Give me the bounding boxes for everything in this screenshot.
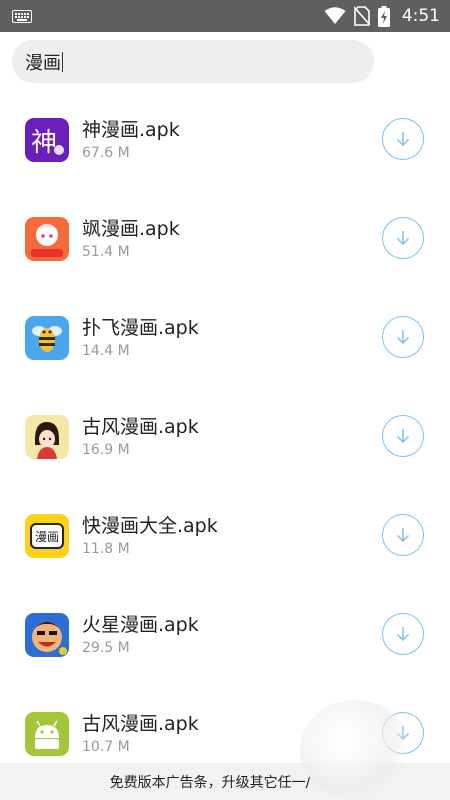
sa-manhua-app-icon <box>25 217 69 261</box>
shen-manhua-app-icon: 神 <box>25 118 69 162</box>
status-bar: 4:51 <box>0 0 450 32</box>
file-name: 飒漫画.apk <box>82 218 180 240</box>
download-arrow-icon <box>396 231 410 246</box>
gufeng-manhua-girl-icon <box>25 415 69 459</box>
download-arrow-icon <box>396 726 410 741</box>
download-button[interactable] <box>382 118 424 160</box>
file-name: 神漫画.apk <box>82 119 180 141</box>
file-size: 10.7 M <box>82 739 130 755</box>
battery-charging-icon <box>377 5 390 27</box>
download-button[interactable] <box>382 415 424 457</box>
search-query: 漫画 <box>25 52 61 74</box>
download-arrow-icon <box>396 528 410 543</box>
file-size: 67.6 M <box>82 145 130 161</box>
list-item[interactable]: 火星漫画.apk 29.5 M <box>0 587 450 686</box>
pufei-manhua-bee-icon <box>25 316 69 360</box>
huoxing-manhua-app-icon <box>25 613 69 657</box>
ad-banner[interactable]: 免费版本广告条，升级其它任一/ <box>0 763 450 800</box>
svg-text:神: 神 <box>31 128 57 158</box>
download-arrow-icon <box>396 429 410 444</box>
file-name: 快漫画大全.apk <box>82 515 218 537</box>
download-arrow-icon <box>396 132 410 147</box>
download-button[interactable] <box>382 217 424 259</box>
download-button[interactable] <box>382 613 424 655</box>
file-size: 51.4 M <box>82 244 130 260</box>
kuai-manhua-app-icon: 漫画 <box>25 514 69 558</box>
file-size: 14.4 M <box>82 343 130 359</box>
file-size: 29.5 M <box>82 640 130 656</box>
text-cursor <box>62 51 63 72</box>
file-size: 11.8 M <box>82 541 130 557</box>
clock: 4:51 <box>401 6 440 26</box>
ad-banner-text: 免费版本广告条，升级其它任一/ <box>109 774 311 791</box>
file-name: 古风漫画.apk <box>82 416 199 438</box>
kuai-manhua-icon-text: 漫画 <box>35 530 59 544</box>
file-name: 火星漫画.apk <box>82 614 199 636</box>
download-button[interactable] <box>382 712 424 754</box>
list-item[interactable]: 漫画 快漫画大全.apk 11.8 M <box>0 488 450 587</box>
no-sim-icon <box>353 6 370 26</box>
list-item[interactable]: 古风漫画.apk 16.9 M <box>0 389 450 488</box>
file-size: 16.9 M <box>82 442 130 458</box>
android-default-icon <box>25 712 69 756</box>
download-arrow-icon <box>396 330 410 345</box>
file-name: 古风漫画.apk <box>82 713 199 735</box>
keyboard-icon <box>12 10 32 23</box>
search-input[interactable]: 漫画 <box>12 40 374 83</box>
download-button[interactable] <box>382 316 424 358</box>
download-button[interactable] <box>382 514 424 556</box>
list-item[interactable]: 飒漫画.apk 51.4 M <box>0 191 450 290</box>
wifi-icon <box>324 7 346 24</box>
download-arrow-icon <box>396 627 410 642</box>
file-name: 扑飞漫画.apk <box>82 317 199 339</box>
list-item[interactable]: 扑飞漫画.apk 14.4 M <box>0 290 450 389</box>
list-item[interactable]: 神 神漫画.apk 67.6 M <box>0 92 450 191</box>
